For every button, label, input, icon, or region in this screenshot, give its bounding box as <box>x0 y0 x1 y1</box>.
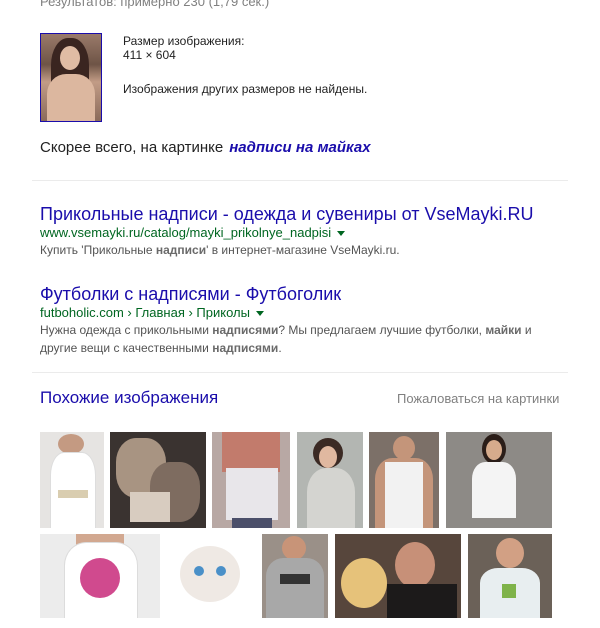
similar-image-thumbnail[interactable] <box>297 432 363 528</box>
similar-images-title[interactable]: Похожие изображения <box>40 388 218 408</box>
result-title-link[interactable]: Прикольные надписи - одежда и сувениры о… <box>40 203 560 225</box>
image-size-value: 411 × 604 <box>123 48 176 62</box>
snippet-text: . <box>278 341 282 355</box>
divider <box>32 372 568 373</box>
no-other-sizes-text: Изображения других размеров не найдены. <box>123 82 368 96</box>
divider <box>32 180 568 181</box>
similar-image-thumbnail[interactable] <box>468 534 552 618</box>
snippet-text: ' в интернет-магазине VseMayki.ru. <box>206 243 400 257</box>
best-guess-prefix: Скорее всего, на картинке <box>40 139 224 156</box>
result-url: futboholic.com › Главная › Приколы <box>40 305 560 321</box>
search-result: Футболки с надписями - Футбоголик futboh… <box>40 283 560 357</box>
url-dropdown-icon[interactable] <box>337 231 346 237</box>
similar-image-thumbnail[interactable] <box>40 432 104 528</box>
similar-image-thumbnail[interactable] <box>110 432 206 528</box>
image-info: Размер изображения: 411 × 604 Изображени… <box>123 34 367 96</box>
similar-image-thumbnail[interactable] <box>166 534 254 618</box>
snippet-highlight: надписями <box>212 323 279 337</box>
similar-image-thumbnail[interactable] <box>262 534 328 618</box>
url-dropdown-icon[interactable] <box>255 311 264 317</box>
similar-image-thumbnail[interactable] <box>212 432 290 528</box>
result-url-text: futboholic.com › Главная › Приколы <box>40 305 250 320</box>
best-guess-link[interactable]: надписи на майках <box>229 139 370 156</box>
report-images-link[interactable]: Пожаловаться на картинки <box>397 391 559 406</box>
snippet-text: Купить 'Прикольные <box>40 243 156 257</box>
search-result: Прикольные надписи - одежда и сувениры о… <box>40 203 560 259</box>
result-snippet: Нужна одежда с прикольными надписями? Мы… <box>40 321 560 357</box>
result-title-link[interactable]: Футболки с надписями - Футбоголик <box>40 283 560 305</box>
results-stats: Результатов: примерно 230 (1,79 сек.) <box>40 0 270 9</box>
result-url: www.vsemayki.ru/catalog/mayki_prikolnye_… <box>40 225 560 241</box>
similar-image-thumbnail[interactable] <box>446 432 552 528</box>
best-guess: Скорее всего, на картинке надписи на майк… <box>40 139 371 156</box>
similar-image-thumbnail[interactable] <box>335 534 461 618</box>
snippet-highlight: майки <box>485 323 522 337</box>
snippet-highlight: надписи <box>155 243 207 257</box>
snippet-highlight: надписями <box>212 341 279 355</box>
snippet-text: ? Мы предлагаем лучшие футболки, <box>278 323 486 337</box>
similar-image-thumbnail[interactable] <box>369 432 439 528</box>
result-snippet: Купить 'Прикольные надписи' в интернет-м… <box>40 241 560 259</box>
query-image-thumbnail[interactable] <box>40 33 102 122</box>
similar-image-thumbnail[interactable] <box>40 534 160 618</box>
result-url-text: www.vsemayki.ru/catalog/mayki_prikolnye_… <box>40 225 332 240</box>
snippet-text: Нужна одежда с прикольными <box>40 323 213 337</box>
image-size-label: Размер изображения: <box>123 34 245 48</box>
